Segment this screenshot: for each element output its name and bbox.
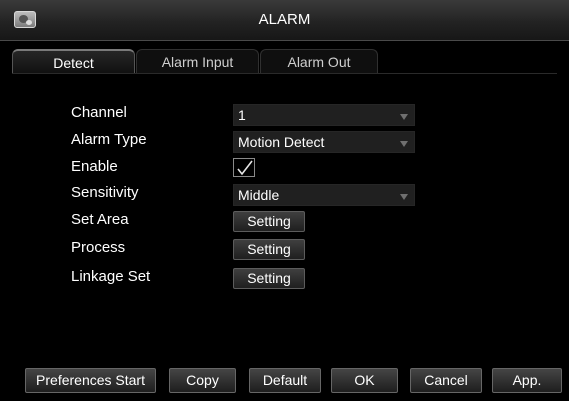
- cancel-button[interactable]: Cancel: [410, 368, 482, 393]
- tab-detect[interactable]: Detect: [12, 49, 135, 73]
- enable-checkbox[interactable]: [233, 158, 255, 177]
- process-setting-button[interactable]: Setting: [233, 239, 305, 260]
- process-label: Process: [71, 239, 126, 256]
- chevron-down-icon: [400, 141, 408, 147]
- sensitivity-select[interactable]: Middle: [233, 184, 415, 206]
- copy-button[interactable]: Copy: [169, 368, 236, 393]
- alarm-type-value: Motion Detect: [238, 134, 325, 150]
- tab-alarm-out[interactable]: Alarm Out: [260, 49, 378, 73]
- set-area-label: Set Area: [71, 211, 129, 228]
- tab-bar: Detect Alarm Input Alarm Out: [12, 49, 557, 74]
- sensitivity-label: Sensitivity: [71, 184, 139, 201]
- tab-alarm-input[interactable]: Alarm Input: [136, 49, 259, 73]
- apply-button[interactable]: App.: [492, 368, 562, 393]
- chevron-down-icon: [400, 114, 408, 120]
- ok-button[interactable]: OK: [331, 368, 398, 393]
- channel-select[interactable]: 1: [233, 104, 415, 126]
- checkmark-icon: [237, 160, 253, 176]
- linkage-set-label: Linkage Set: [71, 268, 151, 285]
- sensitivity-value: Middle: [238, 187, 280, 203]
- linkage-set-setting-button[interactable]: Setting: [233, 268, 305, 289]
- channel-label: Channel: [71, 104, 127, 121]
- alarm-type-select[interactable]: Motion Detect: [233, 131, 415, 153]
- window-title: ALARM: [258, 11, 311, 28]
- enable-label: Enable: [71, 158, 118, 175]
- alarm-window: ALARM Detect Alarm Input Alarm Out Chann…: [0, 0, 569, 401]
- set-area-setting-button[interactable]: Setting: [233, 211, 305, 232]
- preferences-start-button[interactable]: Preferences Start: [25, 368, 156, 393]
- chevron-down-icon: [400, 194, 408, 200]
- title-bar: ALARM: [0, 0, 569, 41]
- alarm-type-label: Alarm Type: [71, 131, 147, 148]
- channel-value: 1: [238, 107, 246, 123]
- default-button[interactable]: Default: [249, 368, 321, 393]
